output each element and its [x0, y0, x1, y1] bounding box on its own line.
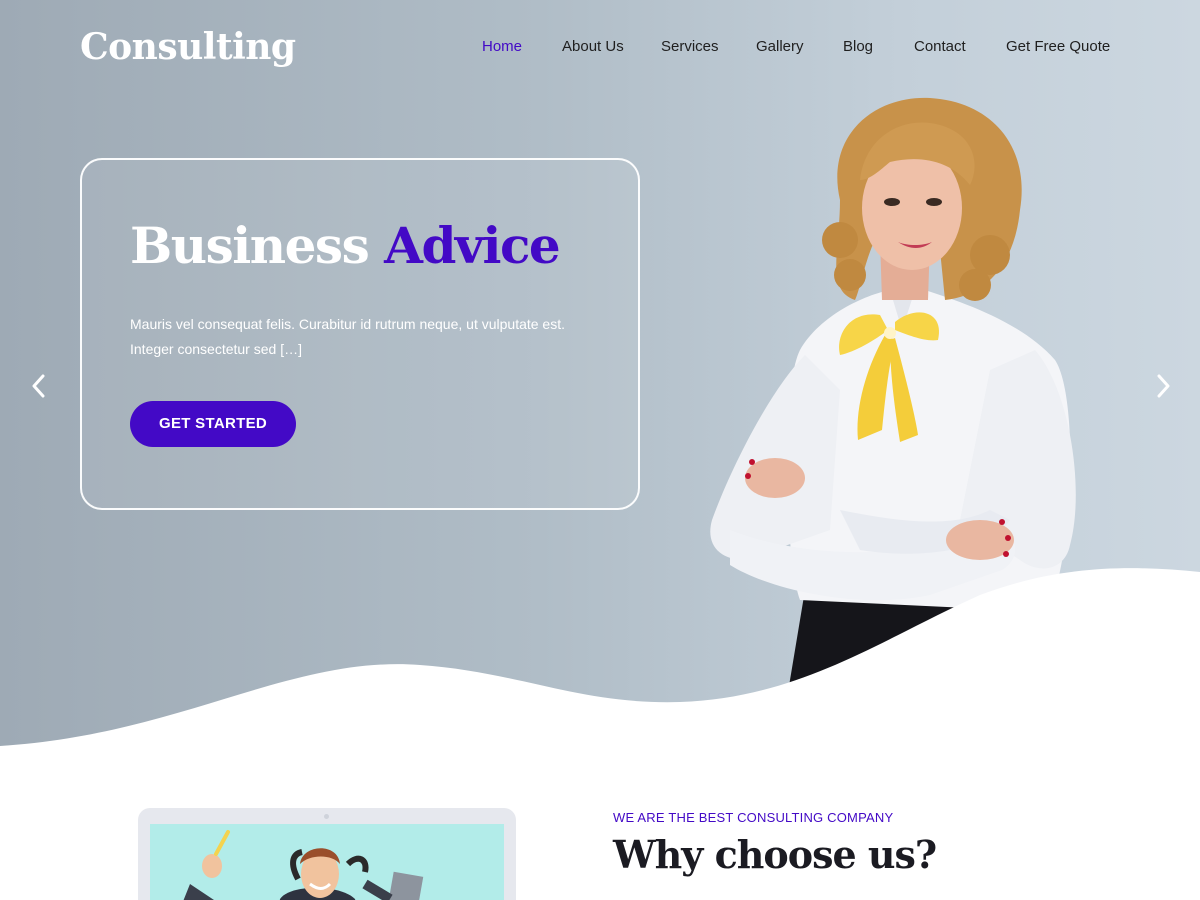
slider-next-button[interactable]: [1151, 370, 1175, 402]
main-nav: Home About Us Services Gallery Blog Cont…: [0, 38, 1200, 60]
chevron-right-icon: [1157, 374, 1170, 398]
nav-item-blog[interactable]: Blog: [843, 38, 873, 55]
about-eyebrow: WE ARE THE BEST CONSULTING COMPANY: [613, 810, 894, 825]
chevron-left-icon: [32, 374, 45, 398]
nav-item-gallery[interactable]: Gallery: [756, 38, 804, 55]
laptop-illustration: [138, 808, 516, 900]
slide-description: Mauris vel consequat felis. Curabitur id…: [130, 316, 565, 357]
hero-wave-divider: [0, 568, 1200, 760]
nav-item-get-free-quote[interactable]: Get Free Quote: [1006, 38, 1110, 55]
nav-item-services[interactable]: Services: [661, 38, 719, 55]
slide-title-part1: Business: [130, 216, 370, 275]
slider-prev-button[interactable]: [27, 370, 51, 402]
get-started-button[interactable]: GET STARTED: [130, 401, 296, 447]
nav-item-home[interactable]: Home: [482, 38, 522, 55]
hero-section: Consulting Home About Us Services Galler…: [0, 0, 1200, 760]
slide-title: Business Advice: [130, 216, 561, 275]
laptop-screen: [150, 824, 504, 900]
nav-item-about-us[interactable]: About Us: [562, 38, 624, 55]
busy-businessman-illustration: [183, 830, 424, 900]
slide-title-part2: Advice: [384, 216, 561, 275]
slide-card: Business Advice Mauris vel consequat fel…: [80, 158, 640, 510]
nav-item-contact[interactable]: Contact: [914, 38, 966, 55]
laptop-camera: [324, 814, 329, 819]
about-heading: Why choose us?: [613, 832, 937, 877]
